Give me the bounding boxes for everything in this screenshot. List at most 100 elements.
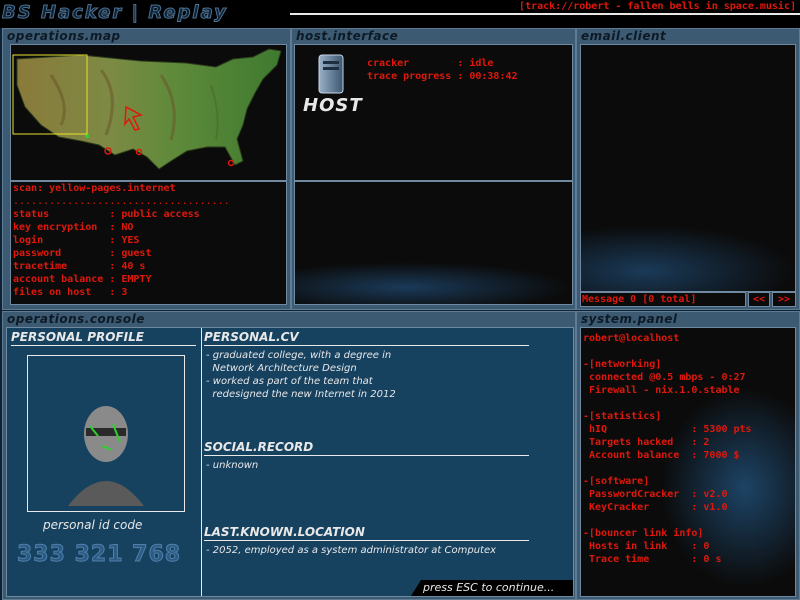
system-section-header: -[statistics] bbox=[583, 411, 662, 422]
scan-row-value: : guest bbox=[109, 248, 152, 259]
host-status-value: : 00:38:42 bbox=[457, 71, 518, 82]
location-underline bbox=[204, 540, 529, 541]
system-panel: system.panel robert@localhost -[networki… bbox=[576, 311, 800, 600]
system-section-line: KeyCracker : v1.0 bbox=[583, 502, 728, 513]
system-section-header: -[software] bbox=[583, 476, 650, 487]
location-lines: - 2052, employed as a system administrat… bbox=[206, 544, 496, 557]
host-display: HOST cracker : idle trace progress : 00:3… bbox=[294, 44, 573, 181]
host-files bbox=[294, 181, 573, 305]
system-section-header: -[bouncer link info] bbox=[583, 528, 704, 539]
system-section-line: hIQ : 5300 pts bbox=[583, 424, 752, 435]
scan-row-label: status bbox=[13, 209, 110, 220]
background-art bbox=[581, 225, 795, 291]
cv-title: PERSONAL.CV bbox=[204, 330, 299, 344]
personal-id-code: 333 321 768 bbox=[16, 542, 182, 568]
panel-title: operations.console bbox=[7, 312, 145, 326]
app-title: BS Hacker | Replay bbox=[2, 2, 228, 24]
continue-prompt[interactable]: press ESC to continue... bbox=[423, 581, 554, 594]
system-section-header: -[networking] bbox=[583, 359, 662, 370]
location-line: - 2052, employed as a system administrat… bbox=[206, 545, 497, 556]
panel-title: operations.map bbox=[7, 29, 121, 43]
panel-title: host.interface bbox=[296, 29, 399, 43]
host-status-label: cracker bbox=[367, 58, 458, 69]
system-section-line: Hosts in link : 0 bbox=[583, 541, 710, 552]
cv-underline bbox=[204, 345, 529, 346]
next-message-button[interactable]: >> bbox=[772, 292, 796, 307]
scan-row: status : public access bbox=[13, 208, 200, 221]
background-art bbox=[295, 262, 572, 304]
social-underline bbox=[204, 455, 529, 456]
scan-row: login : YES bbox=[13, 234, 200, 247]
email-list[interactable] bbox=[580, 44, 796, 292]
host-status-row: cracker : idle bbox=[367, 57, 518, 70]
operations-console-panel: operations.console PERSONAL PROFILE pers… bbox=[2, 311, 576, 600]
system-user: robert@localhost bbox=[583, 333, 680, 344]
cv-lines: - graduated college, with a degree in Ne… bbox=[206, 349, 396, 401]
scan-row-value: : public access bbox=[109, 209, 200, 220]
panel-title: email.client bbox=[581, 29, 667, 43]
host-interface-panel: host.interface HOST cracker : idle trace … bbox=[291, 28, 576, 310]
scan-row-label: tracetime bbox=[13, 261, 110, 272]
us-map-graphic bbox=[12, 48, 282, 170]
scan-row: files on host : 3 bbox=[13, 286, 200, 299]
system-section-line: connected @0.5 mbps - 0:27 bbox=[583, 372, 746, 383]
us-map[interactable] bbox=[10, 44, 287, 181]
cv-line: Network Architecture Design bbox=[206, 363, 357, 374]
scan-separator: .................................... bbox=[13, 196, 230, 207]
scan-row-value: : 40 s bbox=[109, 261, 146, 272]
email-status: Message 0 [0 total] bbox=[582, 294, 697, 305]
title-underline bbox=[290, 13, 800, 15]
server-icon bbox=[318, 54, 344, 94]
scan-rows: status : public access key encryption : N… bbox=[13, 208, 200, 299]
scan-row: account balance : EMPTY bbox=[13, 273, 200, 286]
profile-photo bbox=[68, 406, 144, 506]
scan-row: tracetime : 40 s bbox=[13, 260, 200, 273]
cv-line: - worked as part of the team that bbox=[206, 376, 373, 387]
scan-row-label: files on host bbox=[13, 287, 110, 298]
system-display: robert@localhost -[networking] connected… bbox=[580, 327, 796, 597]
column-divider bbox=[201, 328, 202, 596]
profile-title: PERSONAL PROFILE bbox=[11, 330, 144, 344]
scan-row-value: : 3 bbox=[109, 287, 128, 298]
social-lines: - unknown bbox=[206, 459, 258, 472]
scan-row-value: : NO bbox=[109, 222, 134, 233]
host-status: cracker : idle trace progress : 00:38:42 bbox=[367, 57, 518, 83]
link-node-icon bbox=[85, 134, 89, 138]
host-status-value: : idle bbox=[457, 58, 494, 69]
system-section-line: Firewall - nix.1.0.stable bbox=[583, 385, 740, 396]
scan-row-value: : YES bbox=[109, 235, 140, 246]
cv-line: redesigned the new Internet in 2012 bbox=[206, 389, 396, 400]
scan-row-label: password bbox=[13, 248, 110, 259]
system-sections: -[networking] connected @0.5 mbps - 0:27… bbox=[583, 358, 752, 579]
profile-photo-frame bbox=[27, 355, 185, 512]
system-section-line: Trace time : 0 s bbox=[583, 554, 722, 565]
operations-map-panel: operations.map scan: yellow-pages.intern… bbox=[2, 28, 291, 310]
scan-row-label: login bbox=[13, 235, 110, 246]
scan-title: scan: yellow-pages.internet bbox=[13, 183, 176, 194]
system-section-line: Account balance : 7000 $ bbox=[583, 450, 740, 461]
email-status-bar: Message 0 [0 total] bbox=[580, 292, 746, 307]
social-line: - unknown bbox=[206, 460, 259, 471]
social-title: SOCIAL.RECORD bbox=[204, 440, 314, 454]
system-section-line: PasswordCracker : v2.0 bbox=[583, 489, 728, 500]
host-label: HOST bbox=[303, 95, 363, 116]
scan-info: scan: yellow-pages.internet ............… bbox=[10, 181, 287, 305]
location-title: LAST.KNOWN.LOCATION bbox=[204, 525, 365, 539]
panel-title: system.panel bbox=[581, 312, 678, 326]
scan-row-label: account balance bbox=[13, 274, 110, 285]
prev-message-button[interactable]: << bbox=[748, 292, 770, 307]
scan-row: key encryption : NO bbox=[13, 221, 200, 234]
track-label: [track://robert - fallen bells in space.… bbox=[519, 1, 796, 12]
host-marker-icon bbox=[227, 159, 235, 167]
scan-row-label: key encryption bbox=[13, 222, 110, 233]
scan-row-value: : EMPTY bbox=[109, 274, 152, 285]
scan-row: password : guest bbox=[13, 247, 200, 260]
console-body: PERSONAL PROFILE personal id code 333 32… bbox=[6, 327, 574, 597]
email-client-panel: email.client Message 0 [0 total] << >> bbox=[576, 28, 800, 310]
host-status-label: trace progress bbox=[367, 71, 458, 82]
personal-id-label: personal id code bbox=[43, 518, 143, 532]
